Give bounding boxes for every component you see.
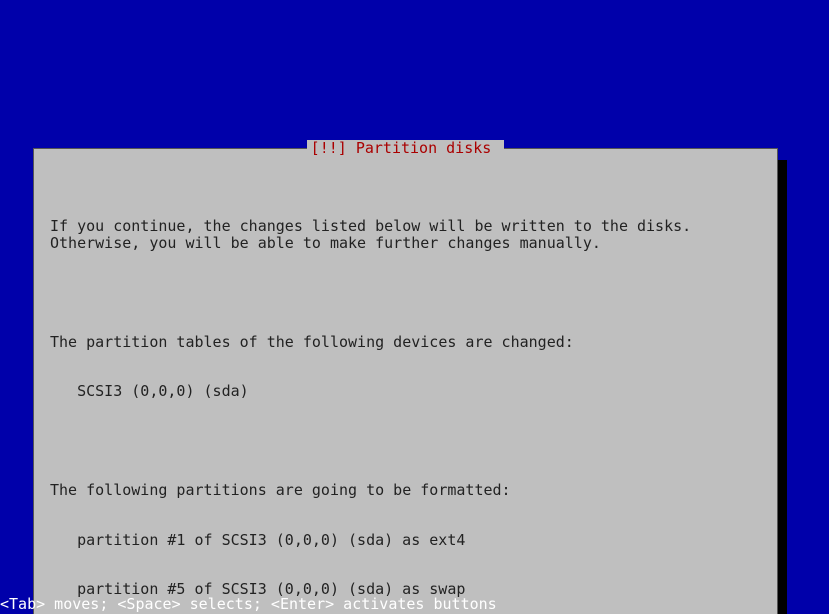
title-prefix: [!!] <box>311 139 356 157</box>
dialog-content: If you continue, the changes listed belo… <box>50 185 761 614</box>
format-item-1: partition #1 of SCSI3 (0,0,0) (sda) as e… <box>50 532 761 549</box>
dialog-title-wrap: [!!] Partition disks <box>34 140 777 157</box>
tables-item: SCSI3 (0,0,0) (sda) <box>50 383 761 400</box>
footer-hint: <Tab> moves; <Space> selects; <Enter> ac… <box>0 596 829 614</box>
format-heading: The following partitions are going to be… <box>50 482 761 499</box>
tables-heading: The partition tables of the following de… <box>50 334 761 351</box>
intro-text: If you continue, the changes listed belo… <box>50 218 761 251</box>
dialog-title: [!!] Partition disks <box>307 140 505 157</box>
partition-disks-dialog: [!!] Partition disks If you continue, th… <box>33 148 778 614</box>
title-text: Partition disks <box>356 139 491 157</box>
